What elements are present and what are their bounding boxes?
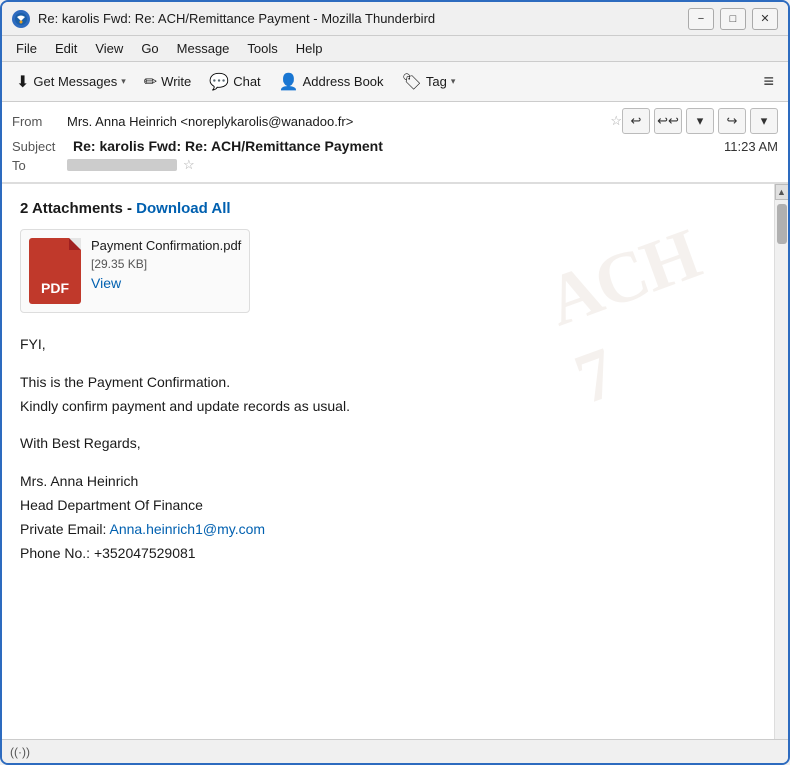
body-para1: This is the Payment Confirmation. Kindly…: [20, 371, 756, 419]
write-icon: ✏: [144, 72, 157, 92]
reply-all-button[interactable]: ↩↩: [654, 108, 682, 134]
body-line1: FYI,: [20, 333, 756, 357]
reply-button[interactable]: ↩: [622, 108, 650, 134]
hamburger-menu-icon[interactable]: ≡: [755, 67, 782, 96]
to-star-icon[interactable]: ☆: [183, 157, 195, 173]
sig-email-prefix: Private Email:: [20, 521, 109, 537]
sig-name: Mrs. Anna Heinrich: [20, 473, 138, 489]
subject-label: Subject: [12, 139, 67, 154]
attachment-separator: -: [127, 200, 136, 217]
status-bar: ((·)): [2, 739, 788, 763]
chat-icon: 💬: [209, 72, 229, 92]
tag-icon: 🏷: [402, 72, 422, 92]
to-value-blurred: [67, 159, 177, 171]
write-label: Write: [161, 74, 191, 89]
to-label: To: [12, 158, 67, 173]
email-headers: From Mrs. Anna Heinrich <noreplykarolis@…: [2, 102, 788, 184]
more-forward-button[interactable]: ▾: [750, 108, 778, 134]
from-label: From: [12, 114, 67, 129]
scroll-thumb[interactable]: [777, 204, 787, 244]
get-messages-label: Get Messages: [33, 74, 117, 89]
attachment-count: 2 Attachments: [20, 200, 123, 217]
from-value: Mrs. Anna Heinrich <noreplykarolis@wanad…: [67, 114, 604, 129]
attachments-section: 2 Attachments - Download All PDF Payment…: [20, 200, 756, 333]
subject-value: Re: karolis Fwd: Re: ACH/Remittance Paym…: [73, 138, 383, 154]
subject-row: Subject Re: karolis Fwd: Re: ACH/Remitta…: [12, 138, 778, 154]
menu-go[interactable]: Go: [133, 39, 166, 58]
to-row: To ☆: [12, 154, 778, 176]
from-star-icon[interactable]: ☆: [610, 113, 622, 129]
menu-bar: File Edit View Go Message Tools Help: [2, 36, 788, 62]
sig-email-link[interactable]: Anna.heinrich1@my.com: [109, 521, 265, 537]
chat-button[interactable]: 💬 Chat: [201, 68, 268, 96]
email-body-text: FYI, This is the Payment Confirmation. K…: [20, 333, 756, 565]
address-book-label: Address Book: [303, 74, 384, 89]
attachment-item: PDF Payment Confirmation.pdf [29.35 KB] …: [20, 229, 250, 313]
close-button[interactable]: ✕: [752, 8, 778, 30]
attachment-filename: Payment Confirmation.pdf: [91, 238, 241, 253]
menu-message[interactable]: Message: [169, 39, 238, 58]
get-messages-dropdown-icon: ▾: [121, 76, 126, 87]
window-title: Re: karolis Fwd: Re: ACH/Remittance Paym…: [38, 11, 680, 26]
tag-button[interactable]: 🏷 Tag ▾: [394, 68, 464, 96]
menu-file[interactable]: File: [8, 39, 45, 58]
view-attachment-link[interactable]: View: [91, 275, 241, 291]
header-action-buttons: ↩ ↩↩ ▾ ↪ ▾: [622, 108, 778, 134]
menu-edit[interactable]: Edit: [47, 39, 85, 58]
menu-tools[interactable]: Tools: [239, 39, 285, 58]
sig-phone: Phone No.: +352047529081: [20, 545, 196, 561]
sig-title: Head Department Of Finance: [20, 497, 203, 513]
attachment-size: [29.35 KB]: [91, 257, 241, 271]
maximize-button[interactable]: □: [720, 8, 746, 30]
tag-label: Tag: [426, 74, 447, 89]
chat-label: Chat: [233, 74, 260, 89]
email-body: ACH 7 2 Attachments - Download All PDF P…: [2, 184, 774, 739]
connection-status-icon: ((·)): [10, 745, 30, 759]
scrollbar[interactable]: ▲: [774, 184, 788, 739]
attachment-details: Payment Confirmation.pdf [29.35 KB] View: [91, 238, 241, 291]
more-replies-button[interactable]: ▾: [686, 108, 714, 134]
attachment-header: 2 Attachments - Download All: [20, 200, 756, 217]
toolbar: ⬇ Get Messages ▾ ✏ Write 💬 Chat 👤 Addres…: [2, 62, 788, 102]
minimize-button[interactable]: −: [688, 8, 714, 30]
body-signature: Mrs. Anna Heinrich Head Department Of Fi…: [20, 470, 756, 565]
content-area: ACH 7 2 Attachments - Download All PDF P…: [2, 184, 788, 739]
title-bar: Re: karolis Fwd: Re: ACH/Remittance Paym…: [2, 2, 788, 36]
get-messages-icon: ⬇: [16, 72, 29, 92]
main-window: Re: karolis Fwd: Re: ACH/Remittance Paym…: [0, 0, 790, 765]
menu-help[interactable]: Help: [288, 39, 331, 58]
pdf-file-icon: PDF: [29, 238, 81, 304]
pdf-label-text: PDF: [41, 280, 69, 296]
get-messages-button[interactable]: ⬇ Get Messages ▾: [8, 68, 134, 96]
body-line3: Kindly confirm payment and update record…: [20, 398, 350, 414]
window-controls: − □ ✕: [688, 8, 778, 30]
email-time: 11:23 AM: [724, 139, 778, 154]
forward-button[interactable]: ↪: [718, 108, 746, 134]
address-book-button[interactable]: 👤 Address Book: [271, 68, 392, 96]
menu-view[interactable]: View: [87, 39, 131, 58]
tag-dropdown-icon: ▾: [451, 76, 456, 87]
body-line2: This is the Payment Confirmation.: [20, 374, 230, 390]
scroll-up-arrow[interactable]: ▲: [775, 184, 789, 200]
app-icon: [12, 10, 30, 28]
address-book-icon: 👤: [279, 72, 299, 92]
body-regards: With Best Regards,: [20, 432, 756, 456]
download-all-link[interactable]: Download All: [136, 200, 230, 217]
write-button[interactable]: ✏ Write: [136, 68, 200, 96]
